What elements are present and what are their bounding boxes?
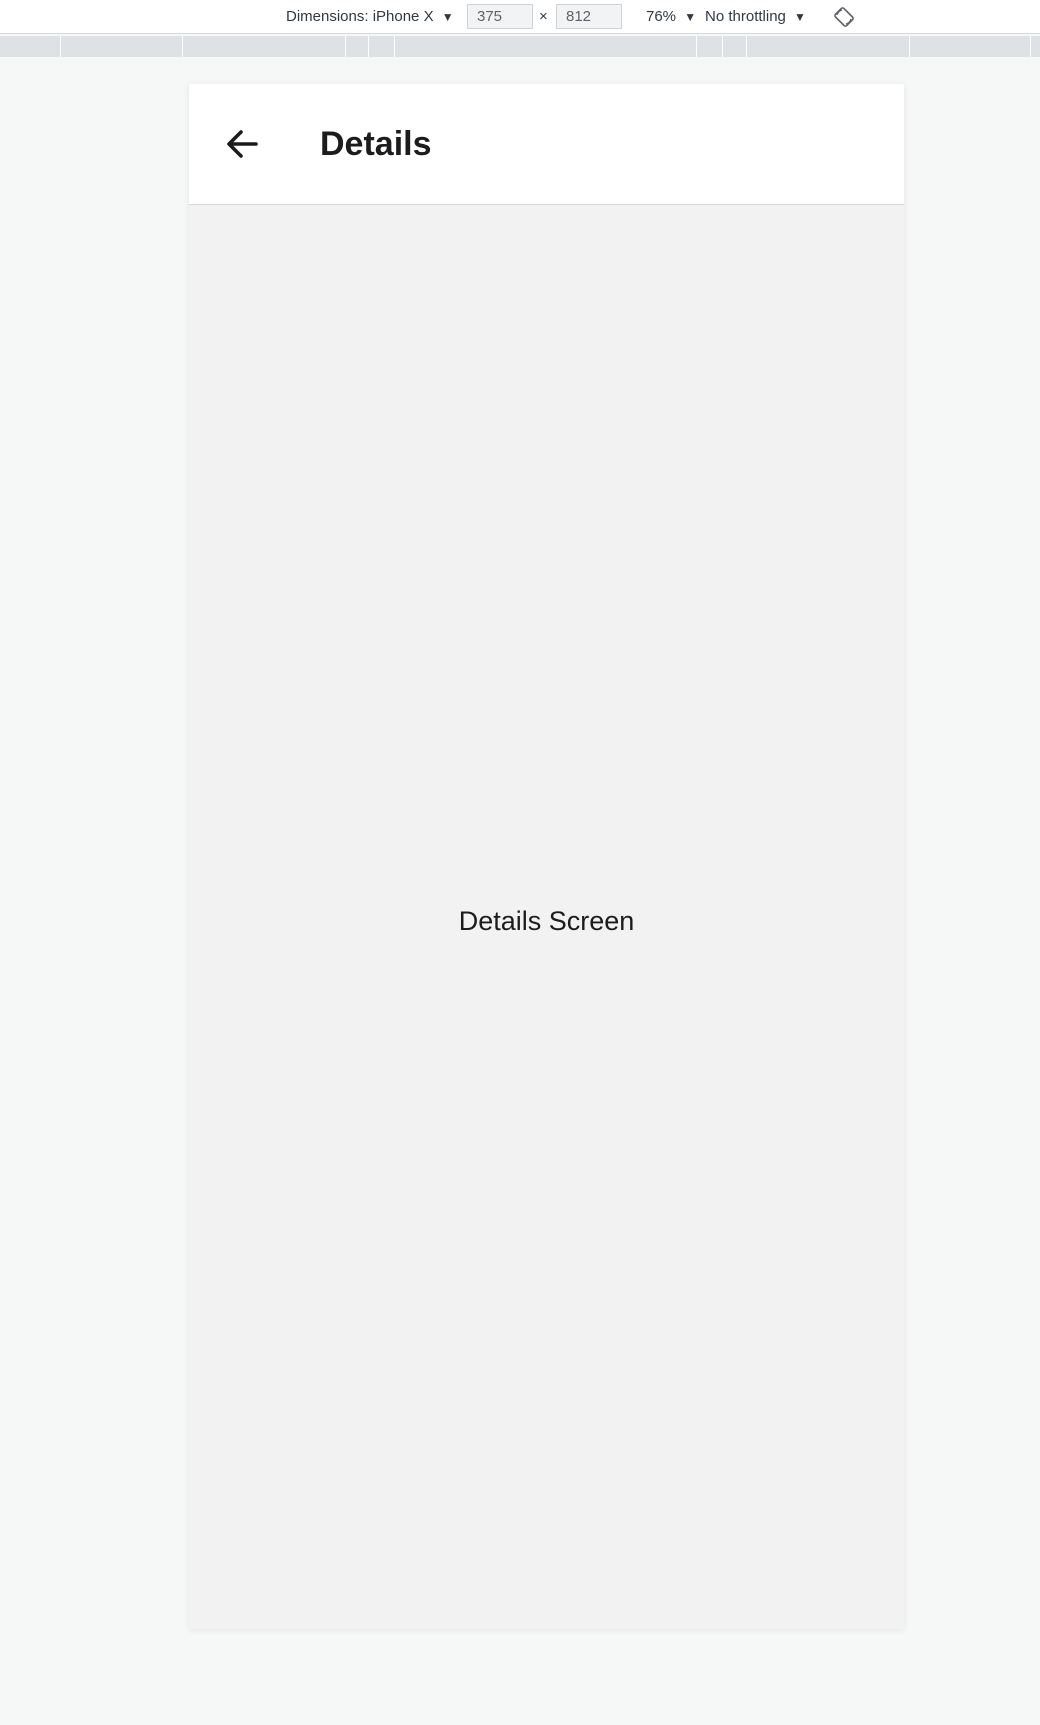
page-title: Details	[320, 125, 432, 163]
zoom-label: 76%	[646, 8, 677, 25]
rotate-icon[interactable]	[834, 7, 854, 27]
arrow-left-icon	[227, 130, 258, 158]
ruler-tick	[60, 36, 61, 57]
device-viewport: Details Details Screen	[189, 84, 904, 1629]
screen-body-text: Details Screen	[458, 905, 635, 936]
media-query-ruler[interactable]	[0, 36, 1040, 57]
width-input[interactable]	[467, 4, 533, 29]
ruler-tick	[345, 36, 346, 57]
chevron-down-icon: ▼	[794, 10, 806, 24]
times-separator: ×	[539, 8, 548, 25]
ruler-tick	[722, 36, 723, 57]
ruler-tick	[182, 36, 183, 57]
zoom-dropdown[interactable]: 76% ▼	[646, 0, 696, 34]
device-dimensions-dropdown[interactable]: Dimensions: iPhone X ▼	[286, 0, 454, 34]
ruler-tick	[368, 36, 369, 57]
ruler-tick	[696, 36, 697, 57]
throttling-label: No throttling	[705, 8, 786, 25]
back-button[interactable]	[219, 121, 265, 167]
ruler-tick	[1030, 36, 1031, 57]
ruler-tick	[394, 36, 395, 57]
app-header: Details	[189, 84, 904, 205]
devtools-toolbar: Dimensions: iPhone X ▼ × 76% ▼ No thrott…	[0, 0, 1040, 34]
screen-body: Details Screen	[189, 205, 904, 1629]
height-input[interactable]	[556, 4, 622, 29]
chevron-down-icon: ▼	[684, 10, 697, 24]
device-dimensions-label: Dimensions: iPhone X	[286, 8, 434, 25]
chevron-down-icon: ▼	[441, 10, 454, 24]
ruler-tick	[746, 36, 747, 57]
ruler-tick	[909, 36, 910, 57]
throttling-dropdown[interactable]: No throttling ▼	[705, 0, 806, 34]
